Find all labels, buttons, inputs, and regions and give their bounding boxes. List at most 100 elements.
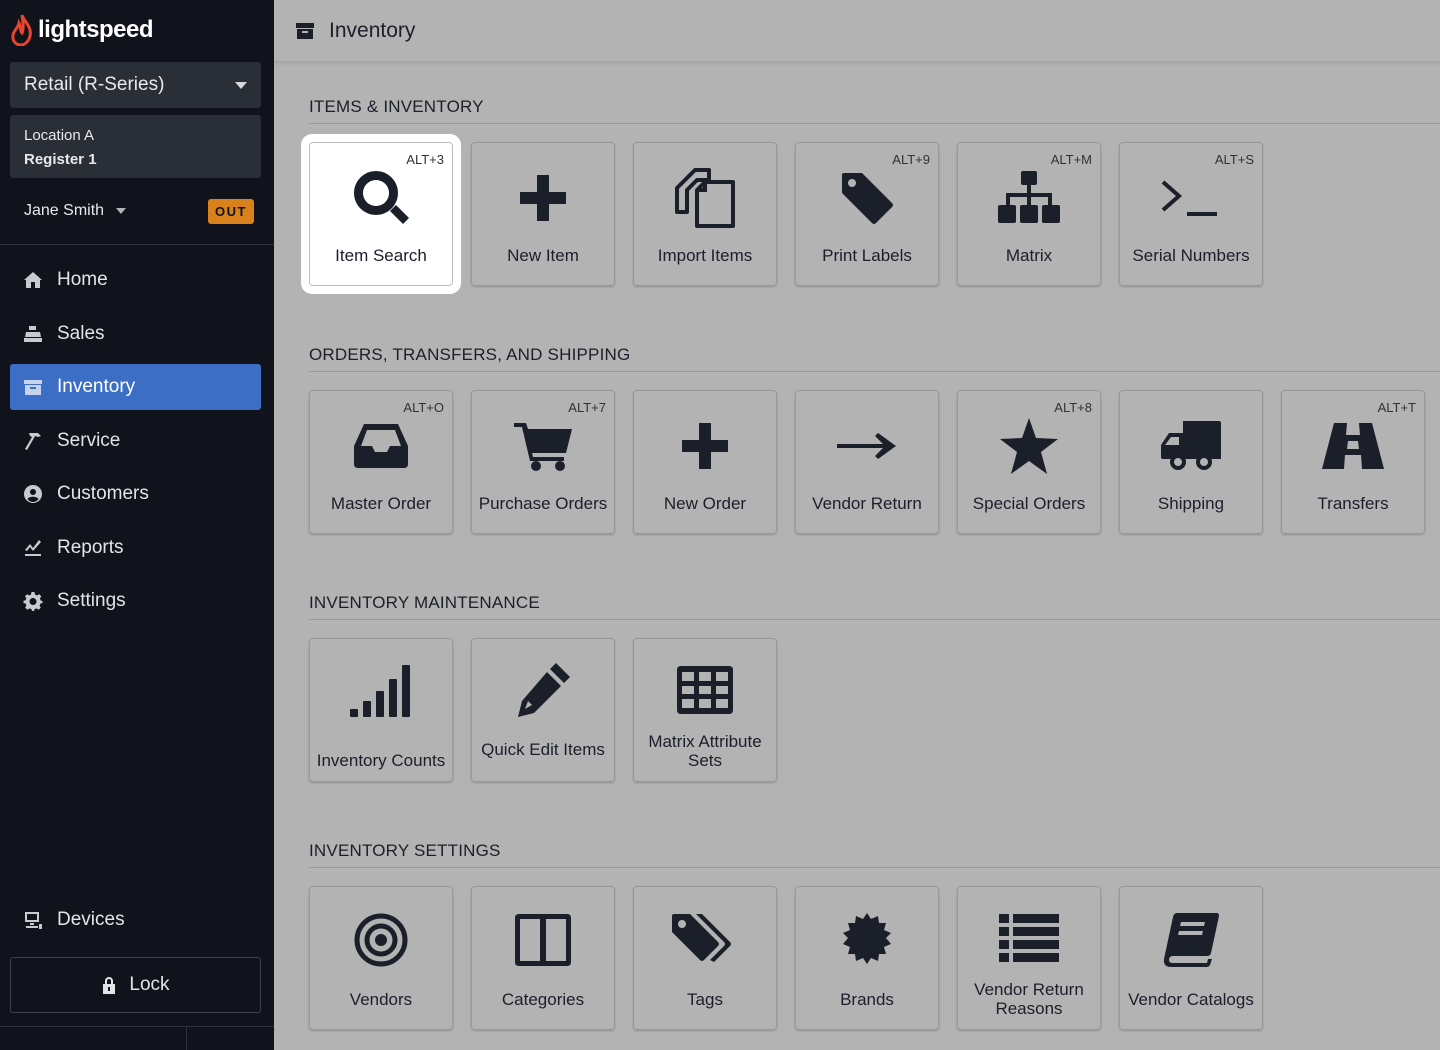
store-select-label: Retail (R-Series) [24,74,165,95]
tile-special-orders[interactable]: ALT+8 Special Orders [957,390,1101,534]
tile-new-item[interactable]: New Item [471,142,615,286]
divider [309,371,1440,372]
tile-label: New Order [663,494,747,513]
tile-label: Vendor Catalogs [1128,990,1254,1009]
nav-item-inventory[interactable]: Inventory [10,364,261,410]
divider [309,619,1440,620]
gear-icon [23,592,43,611]
tile-master-order[interactable]: ALT+O Master Order [309,390,453,534]
nav-item-settings[interactable]: Settings [10,578,261,624]
tile-print-labels[interactable]: ALT+9 Print Labels [795,142,939,286]
tile-vendor-return[interactable]: Vendor Return [795,390,939,534]
nav-item-customers[interactable]: Customers [10,471,261,517]
tile-label: Serial Numbers [1132,246,1250,265]
chart-icon [25,539,41,556]
register-label: Register 1 [24,151,97,168]
tile-label: Matrix Attribute Sets [648,732,762,770]
page-title: Inventory [329,18,416,42]
pencil-icon [518,663,570,717]
tile-inventory-counts[interactable]: Inventory Counts [309,638,453,782]
tile-serial-numbers[interactable]: ALT+S Serial Numbers [1119,142,1263,286]
list-icon [999,914,1059,962]
section-title-maintenance: INVENTORY MAINTENANCE [309,593,540,612]
book-icon [1163,913,1219,967]
tile-vendors[interactable]: Vendors [309,886,453,1030]
tag-icon [842,173,893,224]
lock-label: Lock [129,974,170,995]
nav-item-reports[interactable]: Reports [10,525,261,571]
user-name: Jane Smith [24,202,105,219]
certificate-icon [843,913,891,964]
tile-label: Import Items [657,246,753,265]
signal-bars-icon [350,665,410,717]
tile-tags[interactable]: Tags [633,886,777,1030]
nav-item-home[interactable]: Home [10,257,261,303]
nav-item-service[interactable]: Service [10,418,261,464]
section-title-items: ITEMS & INVENTORY [309,97,484,116]
archive-icon [296,22,314,39]
user-menu[interactable]: Jane Smith OUT [24,197,254,225]
tile-item-search[interactable]: ALT+3 Item Search [309,142,453,286]
flame-icon [11,14,32,46]
logo-text: lightspeed [38,16,154,43]
tile-import-items[interactable]: Import Items [633,142,777,286]
nav-label: Sales [57,322,105,344]
columns-icon [515,914,571,966]
tile-label: Purchase Orders [478,494,608,513]
tags-icon [672,914,731,962]
hammer-icon [25,432,41,450]
tile-label: Inventory Counts [316,751,446,770]
home-icon [24,272,42,288]
tile-new-order[interactable]: New Order [633,390,777,534]
page-header: Inventory [274,0,1440,62]
cart-icon [514,423,572,471]
tile-purchase-orders[interactable]: ALT+7 Purchase Orders [471,390,615,534]
chevron-down-icon [235,81,247,89]
tile-matrix[interactable]: ALT+M Matrix [957,142,1101,286]
arrow-right-icon [837,433,896,459]
nav-label: Reports [57,536,124,558]
tile-brands[interactable]: Brands [795,886,939,1030]
tile-transfers[interactable]: ALT+T Transfers [1281,390,1425,534]
divider [309,867,1440,868]
divider [186,1026,187,1050]
nav-label: Service [57,429,121,451]
location-register-box[interactable]: Location A Register 1 [10,115,261,178]
nav-label: Customers [57,483,149,504]
tile-matrix-attribute-sets[interactable]: Matrix Attribute Sets [633,638,777,782]
nav-label: Inventory [57,376,136,397]
copy-icon [675,168,735,228]
tile-label: Quick Edit Items [481,740,605,759]
inbox-icon [354,424,408,468]
tile-label: Vendor Return [812,494,922,513]
devices-icon [25,912,42,929]
nav-item-sales[interactable]: Sales [10,311,261,357]
star-icon [1000,418,1058,474]
tile-label: Shipping [1157,494,1225,513]
tile-quick-edit-items[interactable]: Quick Edit Items [471,638,615,782]
divider [0,1026,274,1027]
nav-item-devices[interactable]: Devices [10,897,261,943]
tile-label: Vendor Return Reasons [974,980,1084,1018]
tile-label: Special Orders [972,494,1086,513]
lightspeed-logo[interactable]: lightspeed [10,14,154,46]
tile-label: Categories [501,990,585,1009]
register-icon [24,325,42,342]
tile-shipping[interactable]: Shipping [1119,390,1263,534]
main-nav: Home Sales Inventory Service Customers R… [10,257,261,632]
tile-label: Vendors [349,990,413,1009]
plus-icon [682,423,728,469]
lock-button[interactable]: Lock [10,957,261,1013]
tile-categories[interactable]: Categories [471,886,615,1030]
tile-vendor-return-reasons[interactable]: Vendor Return Reasons [957,886,1101,1030]
tile-vendor-catalogs[interactable]: Vendor Catalogs [1119,886,1263,1030]
clock-status-badge[interactable]: OUT [208,198,254,224]
terminal-icon [1161,180,1217,216]
plus-icon [520,175,566,221]
sidebar: lightspeed Retail (R-Series) Location A … [0,0,274,1050]
tile-label: Matrix [1005,246,1053,265]
store-select[interactable]: Retail (R-Series) [10,62,261,108]
tile-label: New Item [507,246,579,265]
sitemap-icon [998,171,1060,223]
tile-label: Master Order [330,494,432,513]
